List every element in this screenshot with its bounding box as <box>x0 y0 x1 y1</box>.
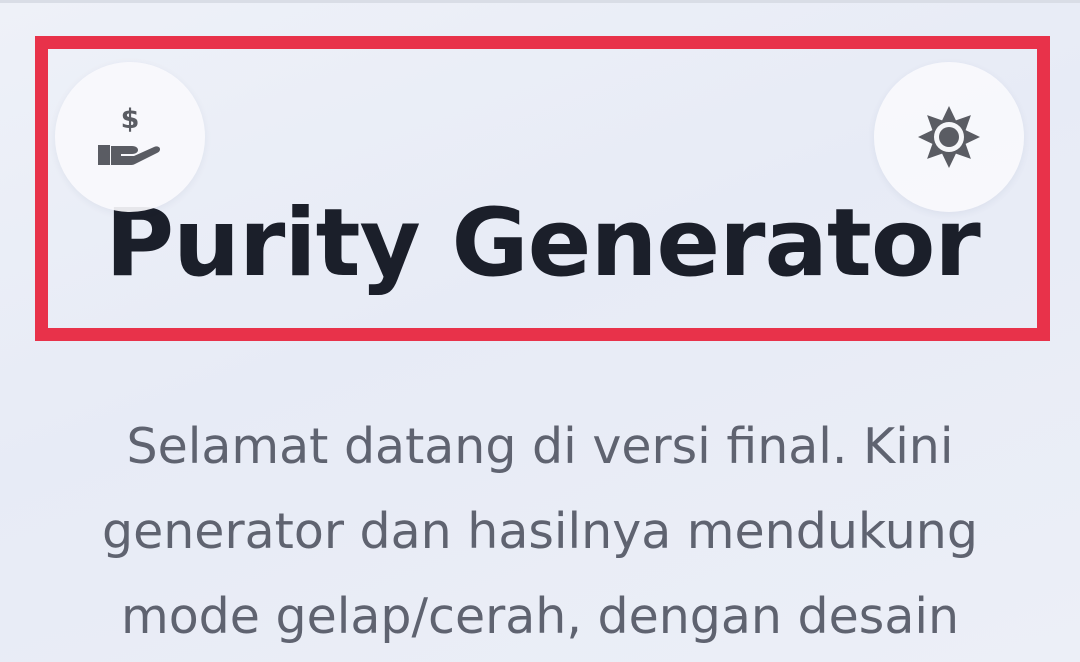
donate-button[interactable]: $ <box>55 62 205 212</box>
page-title: Purity Generator <box>105 189 981 298</box>
hand-holding-dollar-icon: $ <box>98 105 160 165</box>
sun-gear-icon <box>918 106 980 168</box>
theme-toggle-button[interactable] <box>874 62 1024 212</box>
svg-text:$: $ <box>121 105 140 135</box>
top-edge-divider <box>0 0 1080 3</box>
intro-paragraph: Selamat datang di versi final. Kini gene… <box>102 418 978 645</box>
